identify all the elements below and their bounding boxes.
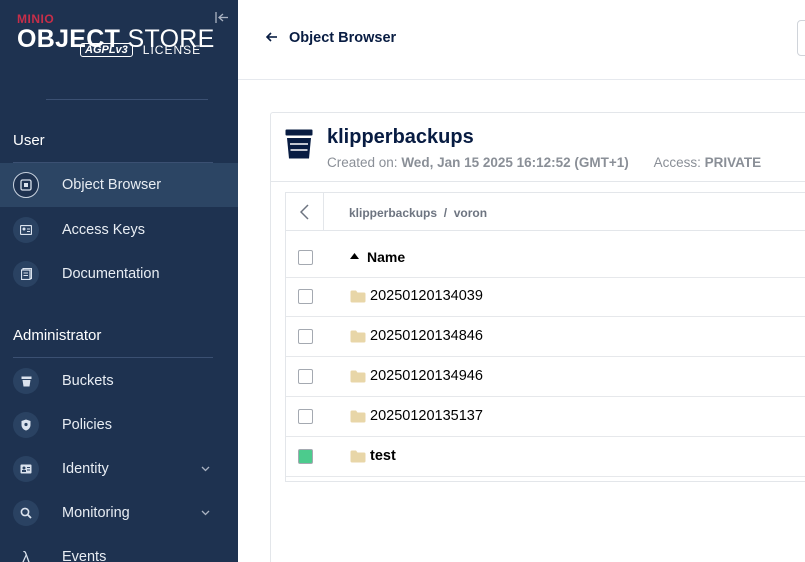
file-name[interactable]: 20250120134846 [370, 328, 483, 344]
section-title-user: User [13, 132, 45, 149]
sort-ascending-icon[interactable] [350, 251, 359, 261]
object-browser-icon [13, 172, 39, 198]
agpl-badge: AGPLv3 [80, 43, 133, 57]
bucket-header: klipperbackups Created on: Wed, Jan 15 2… [271, 113, 805, 182]
chevron-down-icon [201, 508, 210, 519]
folder-icon [350, 290, 366, 303]
magnify-icon [13, 500, 39, 526]
sidebar: MINIO OBJECT STORE AGPLv3 LICENSE User O… [0, 0, 238, 562]
collapse-left-icon[interactable] [212, 8, 230, 26]
row-checkbox-checked[interactable] [298, 449, 313, 464]
bucket-icon [13, 368, 39, 394]
sidebar-item-label: Documentation [62, 266, 160, 282]
breadcrumb-bar: klipperbackups / voron [286, 193, 805, 231]
row-checkbox[interactable] [298, 409, 313, 424]
row-checkbox[interactable] [298, 289, 313, 304]
file-name[interactable]: 20250120135137 [370, 408, 483, 424]
table-row[interactable]: 20250120134039 [286, 277, 805, 317]
id-card-icon [13, 456, 39, 482]
sidebar-item-label: Object Browser [62, 177, 162, 193]
sidebar-item-object-browser[interactable]: Object Browser [0, 163, 238, 207]
bucket-icon [285, 129, 313, 159]
object-list: klipperbackups / voron Name 202501201340… [285, 192, 805, 482]
sidebar-item-label: Events [62, 549, 107, 562]
sidebar-item-label: Identity [62, 461, 109, 477]
brand-license: AGPLv3 LICENSE [80, 43, 201, 57]
sidebar-item-label: Buckets [62, 373, 114, 389]
created-value: Wed, Jan 15 2025 16:12:52 (GMT+1) [401, 155, 629, 170]
bucket-name: klipperbackups [327, 126, 474, 148]
sidebar-item-label: Access Keys [62, 222, 145, 238]
sidebar-item-buckets[interactable]: Buckets [0, 359, 238, 403]
search-box[interactable] [797, 20, 805, 56]
row-checkbox[interactable] [298, 329, 313, 344]
top-bar: Object Browser [238, 0, 805, 80]
created-label: Created on: [327, 155, 398, 170]
sidebar-item-identity[interactable]: Identity [0, 447, 238, 491]
license-label: LICENSE [142, 43, 202, 57]
table-row[interactable]: 20250120134946 [286, 357, 805, 397]
sidebar-item-access-keys[interactable]: Access Keys [0, 208, 238, 252]
page-title: Object Browser [289, 30, 397, 46]
table-header: Name [286, 238, 805, 278]
table-row-selected[interactable]: test [286, 437, 805, 477]
folder-icon [350, 330, 366, 343]
sidebar-item-events[interactable]: λ Events [0, 535, 238, 562]
sidebar-item-documentation[interactable]: Documentation [0, 252, 238, 296]
section-divider [13, 357, 213, 358]
lambda-icon: λ [22, 548, 30, 562]
brand-vendor: MINIO [17, 12, 55, 26]
breadcrumb[interactable]: klipperbackups / voron [349, 206, 487, 220]
select-all-checkbox[interactable] [298, 250, 313, 265]
folder-icon [350, 370, 366, 383]
row-checkbox[interactable] [298, 369, 313, 384]
documentation-icon [13, 261, 39, 287]
sidebar-item-monitoring[interactable]: Monitoring [0, 491, 238, 535]
access-label: Access: [653, 155, 701, 170]
table-row[interactable]: 20250120135137 [286, 397, 805, 437]
sidebar-divider [46, 99, 208, 100]
sidebar-item-policies[interactable]: Policies [0, 403, 238, 447]
file-name[interactable]: 20250120134039 [370, 288, 483, 304]
arrow-left-icon[interactable] [265, 29, 278, 45]
sidebar-item-label: Policies [62, 417, 112, 433]
folder-icon [350, 450, 366, 463]
section-title-administrator: Administrator [13, 327, 102, 344]
folder-icon [350, 410, 366, 423]
column-header-name[interactable]: Name [367, 249, 405, 265]
shield-icon [13, 412, 39, 438]
file-name[interactable]: test [370, 448, 396, 464]
chevron-left-icon[interactable] [286, 193, 324, 230]
chevron-down-icon [201, 464, 210, 475]
sidebar-item-label: Monitoring [62, 505, 130, 521]
table-row[interactable]: 20250120134846 [286, 317, 805, 357]
access-keys-icon [13, 217, 39, 243]
access-value: PRIVATE [704, 155, 762, 170]
file-name[interactable]: 20250120134946 [370, 368, 483, 384]
bucket-meta: Created on: Wed, Jan 15 2025 16:12:52 (G… [327, 155, 761, 170]
